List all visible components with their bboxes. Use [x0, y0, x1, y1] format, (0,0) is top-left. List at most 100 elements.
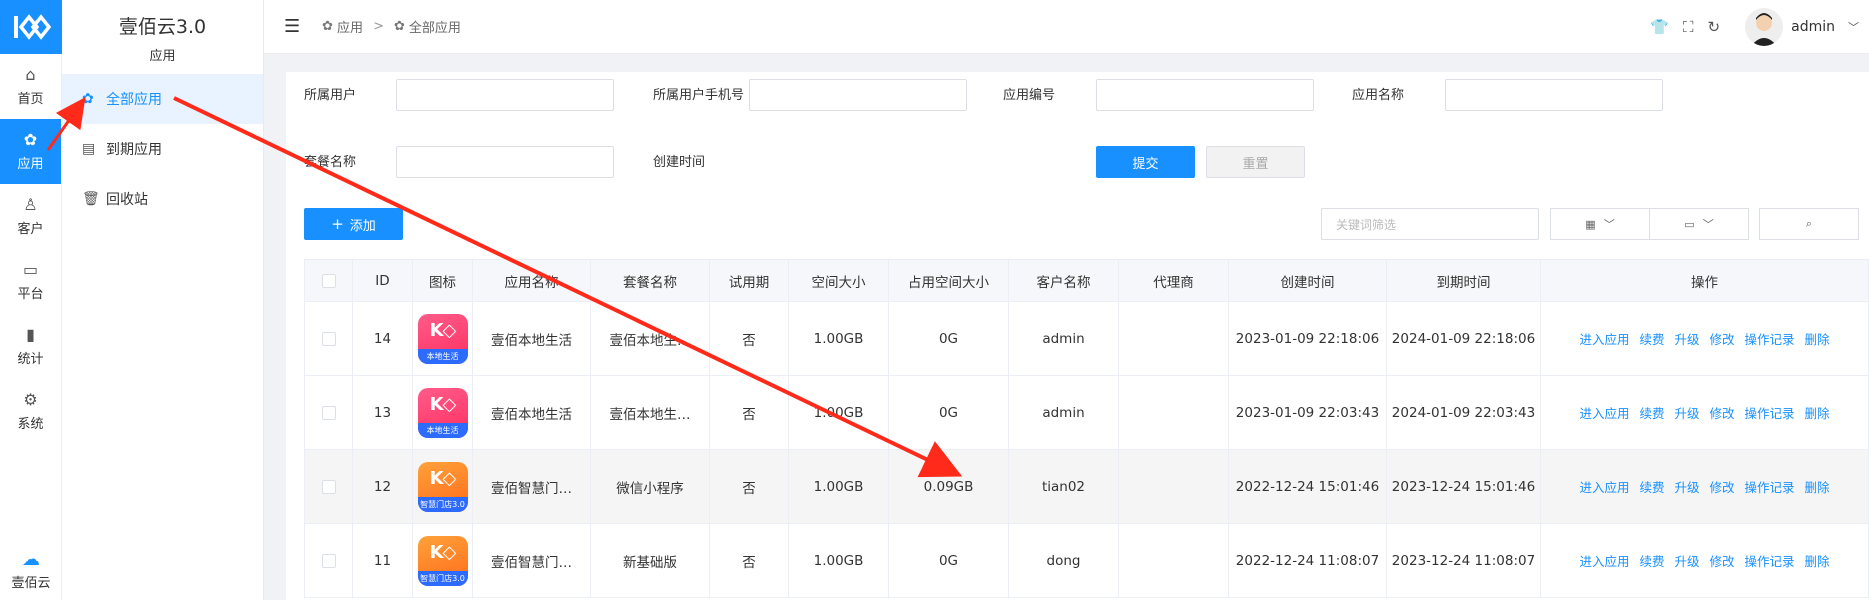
edit-link[interactable]: 修改: [1710, 406, 1735, 421]
rail-item-system[interactable]: ⚙ 系统: [0, 379, 61, 444]
filter-label: 所属用户: [304, 87, 357, 103]
chevron-down-icon[interactable]: ﹀: [1848, 19, 1859, 35]
delete-link[interactable]: 删除: [1805, 406, 1830, 421]
refresh-icon[interactable]: ↻: [1708, 18, 1721, 36]
used-space-cell: 0.09GB: [888, 449, 1009, 524]
app-icon-tag: 本地生活: [417, 422, 468, 438]
rail-item-stats[interactable]: ▮ 统计: [0, 314, 61, 379]
delete-link[interactable]: 删除: [1805, 554, 1830, 569]
column-header: 创建时间: [1228, 259, 1387, 302]
app-icon: K◇ 本地生活: [417, 313, 468, 364]
rail-item-label: 客户: [17, 222, 44, 237]
user-icon: ♙: [23, 195, 38, 214]
rail-item-customers[interactable]: ♙ 客户: [0, 184, 61, 249]
icon-cell: K◇ 本地生活: [412, 301, 473, 376]
agent-cell: [1118, 523, 1229, 598]
table-row[interactable]: 14 K◇ 本地生活 壹佰本地生活 壹佰本地生… 否 1.00GB 0G adm…: [304, 301, 1869, 376]
delete-link[interactable]: 删除: [1805, 480, 1830, 495]
add-button[interactable]: + 添加: [304, 208, 403, 240]
renew-link[interactable]: 续费: [1639, 406, 1664, 421]
owner-user-input[interactable]: [396, 79, 614, 111]
rail-bottom-cloud[interactable]: ☁ 壹佰云: [0, 540, 62, 600]
customer-cell: admin: [1008, 301, 1119, 376]
rail-item-platform[interactable]: ▭ 平台: [0, 249, 61, 314]
owner-phone-input[interactable]: [749, 79, 967, 111]
sidebar-item-recycle-bin[interactable]: 🗑 回收站: [62, 174, 263, 224]
app-no-input[interactable]: [1096, 79, 1314, 111]
edit-link[interactable]: 修改: [1710, 480, 1735, 495]
user-name[interactable]: admin: [1791, 19, 1835, 35]
filter-app-no: 应用编号: [1003, 79, 1314, 111]
op-log-link[interactable]: 操作记录: [1745, 406, 1795, 421]
fullscreen-icon[interactable]: ⛶: [1683, 18, 1694, 36]
used-space-cell: 0G: [888, 523, 1009, 598]
expire-cell: 2023-12-24 15:01:46: [1386, 449, 1541, 524]
column-header: 图标: [412, 259, 473, 302]
export-button[interactable]: ▭ ﹀: [1649, 208, 1749, 240]
filter-label: 应用名称: [1352, 87, 1405, 103]
app-logo-icon: K◇: [429, 541, 457, 563]
breadcrumb-level1[interactable]: 应用: [337, 17, 363, 36]
rail-item-apps[interactable]: ✿ 应用: [0, 119, 61, 184]
enter-app-link[interactable]: 进入应用: [1579, 332, 1629, 347]
enter-app-link[interactable]: 进入应用: [1579, 554, 1629, 569]
theme-shirt-icon[interactable]: 👕: [1650, 18, 1669, 36]
enter-app-link[interactable]: 进入应用: [1579, 480, 1629, 495]
delete-link[interactable]: 删除: [1805, 332, 1830, 347]
column-header[interactable]: ID: [352, 259, 413, 302]
table-row[interactable]: 13 K◇ 本地生活 壹佰本地生活 壹佰本地生… 否 1.00GB 0G adm…: [304, 375, 1869, 450]
upgrade-link[interactable]: 升级: [1674, 480, 1699, 495]
customer-cell: dong: [1008, 523, 1119, 598]
renew-link[interactable]: 续费: [1639, 332, 1664, 347]
row-checkbox[interactable]: [321, 553, 336, 568]
select-all-checkbox[interactable]: [321, 273, 336, 288]
app-icon-tag: 智慧门店3.0: [417, 570, 468, 586]
row-checkbox[interactable]: [321, 405, 336, 420]
search-button[interactable]: ⌕: [1759, 208, 1859, 240]
trash-icon: 🗑: [82, 191, 100, 207]
op-log-link[interactable]: 操作记录: [1745, 480, 1795, 495]
submit-button[interactable]: 提交: [1096, 146, 1195, 178]
table-row[interactable]: 12 K◇ 智慧门店3.0 壹佰智慧门… 微信小程序 否 1.00GB 0.09…: [304, 449, 1869, 524]
created-time-picker[interactable]: [749, 146, 967, 178]
keyword-filter-input[interactable]: 关键词筛选: [1321, 208, 1539, 240]
package-name-input[interactable]: [396, 146, 614, 178]
upgrade-link[interactable]: 升级: [1674, 332, 1699, 347]
search-icon: ⌕: [1805, 217, 1813, 230]
space-cell: 1.00GB: [788, 449, 889, 524]
renew-link[interactable]: 续费: [1639, 480, 1664, 495]
renew-link[interactable]: 续费: [1639, 554, 1664, 569]
package-cell: 壹佰本地生…: [590, 301, 710, 376]
top-right-tools: 👕 ⛶ ↻ admin ﹀: [1643, 0, 1869, 54]
apps-table: ID 图标 应用名称 套餐名称 试用期 空间大小 占用空间大小 客户名称 代理商…: [304, 259, 1869, 598]
menu-toggle-icon[interactable]: ☰: [284, 16, 300, 37]
upgrade-link[interactable]: 升级: [1674, 554, 1699, 569]
op-log-link[interactable]: 操作记录: [1745, 554, 1795, 569]
row-checkbox[interactable]: [321, 331, 336, 346]
grid-view-button[interactable]: ▦ ﹀: [1550, 208, 1650, 240]
app-name-input[interactable]: [1445, 79, 1663, 111]
table-row[interactable]: 11 K◇ 智慧门店3.0 壹佰智慧门… 新基础版 否 1.00GB 0G do…: [304, 523, 1869, 598]
customer-cell: admin: [1008, 375, 1119, 450]
brand-logo[interactable]: [0, 0, 62, 54]
row-select-cell: [304, 301, 353, 376]
package-cell: 新基础版: [590, 523, 710, 598]
upgrade-link[interactable]: 升级: [1674, 406, 1699, 421]
sidebar-item-expired-apps[interactable]: ▤ 到期应用: [62, 124, 263, 174]
agent-cell: [1118, 301, 1229, 376]
avatar[interactable]: [1745, 8, 1784, 46]
filter-label: 套餐名称: [304, 154, 357, 170]
enter-app-link[interactable]: 进入应用: [1579, 406, 1629, 421]
chevron-down-icon: ﹀: [1603, 218, 1615, 231]
edit-link[interactable]: 修改: [1710, 332, 1735, 347]
op-log-link[interactable]: 操作记录: [1745, 332, 1795, 347]
edit-link[interactable]: 修改: [1710, 554, 1735, 569]
filter-label: 应用编号: [1003, 87, 1056, 103]
created-cell: 2022-12-24 11:08:07: [1228, 523, 1387, 598]
row-checkbox[interactable]: [321, 479, 336, 494]
bar-chart-icon: ▮: [26, 325, 35, 344]
package-cell: 壹佰本地生…: [590, 375, 710, 450]
reset-button[interactable]: 重置: [1206, 146, 1305, 178]
rail-item-home[interactable]: ⌂ 首页: [0, 54, 61, 119]
sidebar-item-all-apps[interactable]: ✿ 全部应用: [62, 74, 263, 124]
